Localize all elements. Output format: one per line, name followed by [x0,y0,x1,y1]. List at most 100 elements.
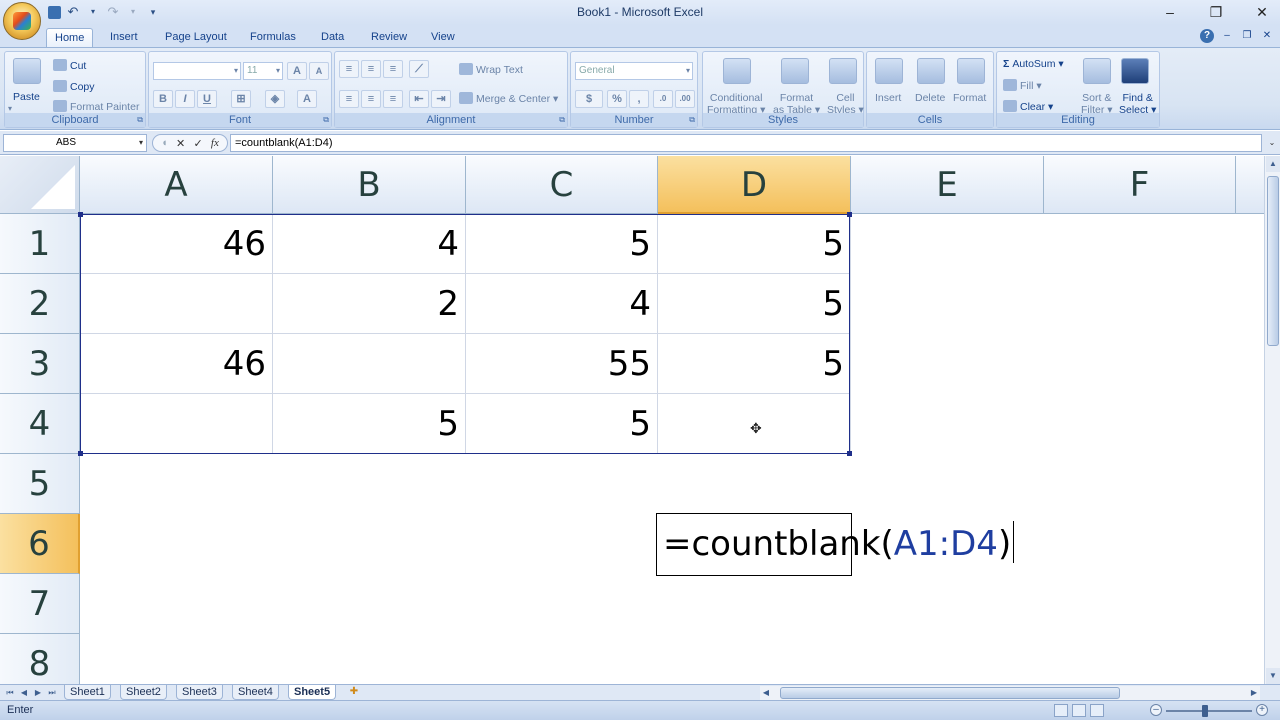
binoculars-icon[interactable] [1121,58,1149,84]
underline-button[interactable]: U [197,90,217,108]
paste-icon[interactable] [13,58,41,84]
paste-button[interactable]: Paste [13,91,40,103]
cell-a2[interactable] [80,274,273,334]
cell-c3[interactable]: 55 [466,334,658,394]
row-header-4[interactable]: 4 [0,394,80,454]
column-header-a[interactable]: A [80,156,273,214]
column-header-e[interactable]: E [851,156,1044,214]
decrease-decimal-icon[interactable]: .00 [675,90,695,108]
grow-font-button[interactable]: A [287,62,307,80]
format-as-table-icon[interactable] [781,58,809,84]
increase-decimal-icon[interactable]: .0 [653,90,673,108]
font-color-icon[interactable]: A [297,90,317,108]
number-format-combo[interactable]: General ▾ [575,62,693,80]
close-icon[interactable]: ✕ [1252,2,1272,22]
tab-insert[interactable]: Insert [102,28,146,48]
cell-d3[interactable]: 5 [658,334,851,394]
cell-d1[interactable]: 5 [658,214,851,274]
normal-view-icon[interactable] [1054,704,1068,717]
cell-b2[interactable]: 2 [273,274,466,334]
cell-b1[interactable]: 4 [273,214,466,274]
enter-icon[interactable]: ✓ [193,137,202,150]
fill-color-icon[interactable]: ◈ [265,90,285,108]
conditional-formatting-icon[interactable] [723,58,751,84]
increase-indent-icon[interactable]: ⇥ [431,90,451,108]
align-bottom-icon[interactable]: ≡ [383,60,403,78]
cell-b4[interactable]: 5 [273,394,466,454]
insert-sheet-icon[interactable]: ✚ [343,685,365,700]
cell-a4[interactable] [80,394,273,454]
minimize-icon[interactable]: – [1160,2,1180,22]
expand-formula-bar-icon[interactable]: ⌄ [1266,134,1278,152]
insert-cells-button[interactable]: Insert [875,92,901,104]
formula-input[interactable]: =countblank(A1:D4) [230,134,1262,152]
chevron-down-icon[interactable]: ▾ [139,135,143,151]
active-cell-editor[interactable]: =countblank(A1:D4) [656,513,1015,576]
font-size-combo[interactable]: 11 ▾ [243,62,283,80]
sheet-tab-sheet4[interactable]: Sheet4 [232,685,279,700]
comma-button[interactable]: , [629,90,649,108]
restore-icon[interactable]: ❐ [1240,29,1254,43]
italic-button[interactable]: I [175,90,195,108]
dialog-launcher-icon[interactable]: ⧉ [323,115,329,125]
row-header-5[interactable]: 5 [0,454,80,514]
delete-cells-icon[interactable] [917,58,945,84]
cut-button[interactable]: Cut [53,59,86,72]
zoom-slider[interactable]: – + [1150,704,1270,717]
delete-cells-button[interactable]: Delete [915,92,945,104]
worksheet-grid[interactable]: A B C D E F 1 2 3 4 5 6 7 8 46 4 5 5 2 4 5 46 55… [0,156,1264,684]
zoom-out-icon[interactable]: – [1150,704,1162,716]
zoom-in-icon[interactable]: + [1256,704,1268,716]
dialog-launcher-icon[interactable]: ⧉ [689,115,695,125]
tab-home[interactable]: Home [46,28,94,48]
clear-button[interactable]: Clear ▾ [1003,100,1053,113]
row-header-2[interactable]: 2 [0,274,80,334]
column-header-c[interactable]: C [466,156,658,214]
sort-filter-icon[interactable] [1083,58,1111,84]
sheet-tab-sheet2[interactable]: Sheet2 [120,685,167,700]
merge-center-button[interactable]: Merge & Center ▾ [459,92,558,105]
office-button[interactable] [3,2,41,40]
currency-icon[interactable]: $ [575,90,603,108]
scroll-up-icon[interactable]: ▲ [1266,156,1280,172]
dialog-launcher-icon[interactable]: ⧉ [137,115,143,125]
insert-function-icon[interactable]: fx [211,137,219,149]
row-header-1[interactable]: 1 [0,214,80,274]
horizontal-scrollbar[interactable]: ◀ ▶ [760,686,1260,700]
row-header-6[interactable]: 6 [0,514,80,574]
cell-a3[interactable]: 46 [80,334,273,394]
tab-page-layout[interactable]: Page Layout [157,28,235,48]
zoom-knob[interactable] [1202,705,1208,717]
row-header-7[interactable]: 7 [0,574,80,634]
tab-view[interactable]: View [423,28,463,48]
decrease-indent-icon[interactable]: ⇤ [409,90,429,108]
orientation-icon[interactable]: ⟋ [409,60,429,78]
column-header-f[interactable]: F [1044,156,1236,214]
sheet-tab-sheet1[interactable]: Sheet1 [64,685,111,700]
insert-cells-icon[interactable] [875,58,903,84]
first-sheet-icon[interactable]: ⏮ [4,686,16,700]
cell-c4[interactable]: 5 [466,394,658,454]
cell-d2[interactable]: 5 [658,274,851,334]
page-break-view-icon[interactable] [1090,704,1104,717]
tab-formulas[interactable]: Formulas [242,28,304,48]
cell-c1[interactable]: 5 [466,214,658,274]
tab-data[interactable]: Data [313,28,352,48]
column-header-b[interactable]: B [273,156,466,214]
wrap-text-button[interactable]: Wrap Text [459,63,523,76]
close-icon[interactable]: ✕ [1260,29,1274,43]
bold-button[interactable]: B [153,90,173,108]
copy-button[interactable]: Copy [53,80,95,93]
sheet-tab-sheet3[interactable]: Sheet3 [176,685,223,700]
minimize-icon[interactable]: – [1220,29,1234,43]
row-header-8[interactable]: 8 [0,634,80,684]
format-cells-button[interactable]: Format [953,92,986,104]
last-sheet-icon[interactable]: ⏭ [46,686,58,700]
format-painter-button[interactable]: Format Painter [53,100,139,113]
cell-b3[interactable] [273,334,466,394]
align-right-icon[interactable]: ≡ [383,90,403,108]
shrink-font-button[interactable]: A [309,62,329,80]
align-left-icon[interactable]: ≡ [339,90,359,108]
select-all-button[interactable] [0,156,80,214]
page-layout-view-icon[interactable] [1072,704,1086,717]
